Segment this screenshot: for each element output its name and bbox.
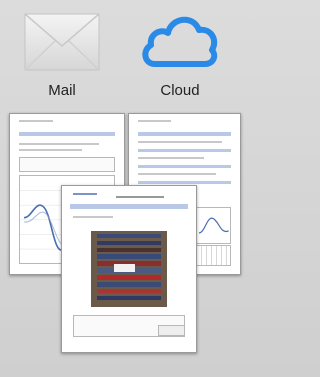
equipment-photo xyxy=(91,230,167,308)
doc-title-bar xyxy=(19,131,115,136)
doc-text-line xyxy=(137,141,223,144)
doc-text-line xyxy=(137,173,216,176)
doc-mini-chart xyxy=(195,206,232,244)
doc-header-line xyxy=(137,120,172,123)
doc-title-bar xyxy=(137,131,232,136)
cloud-app[interactable]: Cloud xyxy=(134,4,226,104)
mail-label: Mail xyxy=(48,82,76,99)
doc-section-bar xyxy=(137,165,232,169)
doc-section-bar xyxy=(137,181,232,185)
doc-text-line xyxy=(19,149,82,152)
doc-section-bar xyxy=(137,149,232,153)
cloud-label: Cloud xyxy=(160,82,200,99)
cloud-icon xyxy=(141,8,219,74)
doc-table xyxy=(195,245,232,267)
doc-field-box xyxy=(19,157,115,172)
document-photo-report[interactable] xyxy=(61,185,197,353)
doc-header-line xyxy=(19,120,54,123)
doc-text-line xyxy=(72,215,113,218)
doc-text-line xyxy=(137,157,205,160)
doc-text-line xyxy=(19,142,99,145)
doc-header-line xyxy=(72,192,97,195)
doc-signature-field xyxy=(158,325,186,336)
doc-title-line xyxy=(115,195,164,198)
doc-title-bar xyxy=(70,204,188,210)
mail-app[interactable]: Mail xyxy=(16,4,108,104)
envelope-icon xyxy=(23,8,101,74)
